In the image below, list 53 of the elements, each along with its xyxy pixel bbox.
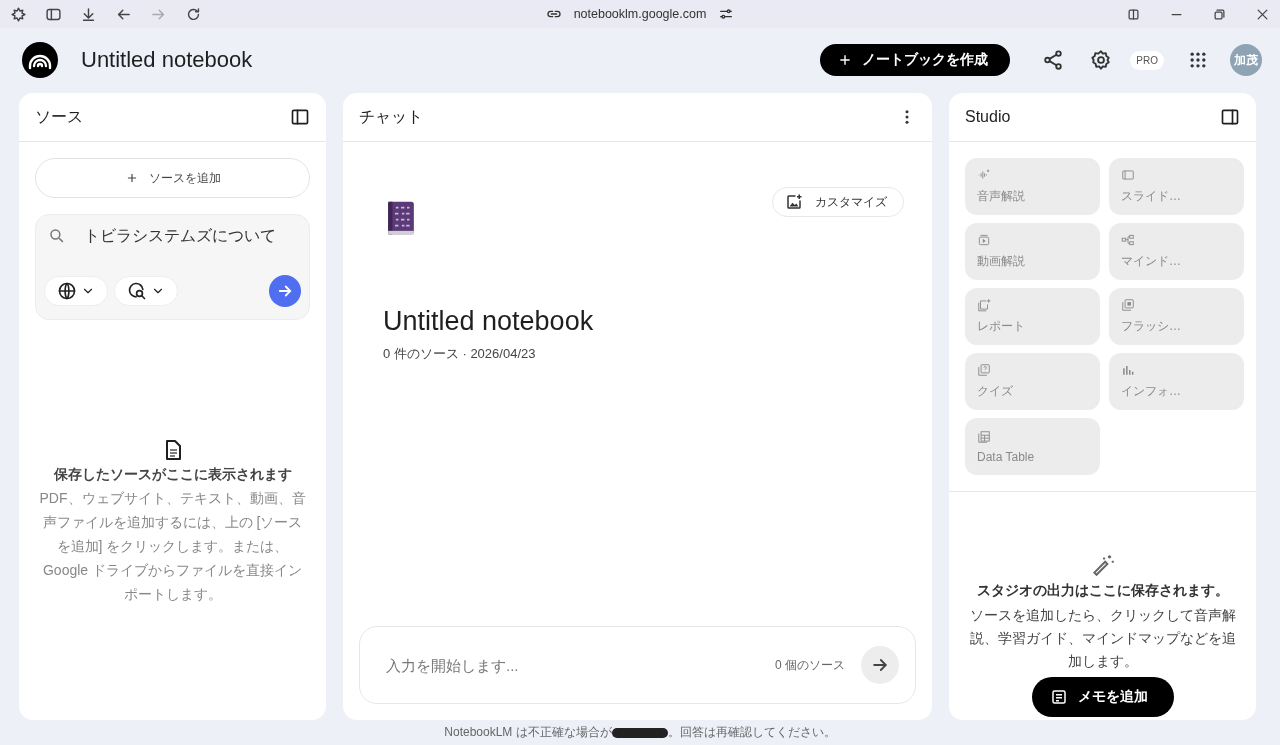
redaction-mark (611, 727, 668, 738)
empty-state-title: 保存したソースがここに表示されます (53, 466, 292, 484)
panel-title: チャット (359, 106, 423, 127)
disclaimer-text: 。回答は再確認してください。 (667, 724, 836, 741)
settings-icon[interactable] (1090, 49, 1113, 71)
panel-title: ソース (35, 106, 83, 127)
search-field[interactable]: トビラシステムズについて (83, 227, 301, 245)
plus-icon (838, 53, 853, 67)
notebook-title[interactable]: Untitled notebook (81, 47, 821, 73)
web-source-dropdown[interactable] (44, 276, 108, 306)
apps-grid-icon[interactable] (1188, 50, 1208, 70)
video-icon (977, 233, 991, 247)
avatar[interactable]: 加茂 (1230, 44, 1262, 76)
add-note-button[interactable]: メモを追加 (1031, 677, 1174, 717)
send-button[interactable] (861, 646, 899, 684)
notebook-heading: Untitled notebook (383, 306, 595, 337)
waveform-icon (977, 168, 991, 182)
download-icon[interactable] (80, 5, 97, 23)
customize-button[interactable]: カスタマイズ (772, 187, 904, 217)
chat-input-field[interactable]: 入力を開始します... (384, 655, 775, 675)
empty-state-text: ソースを追加したら、クリックして音声解説、学習ガイド、マインドマップなどを追加します。 (968, 606, 1237, 671)
globe-icon (57, 281, 77, 301)
note-icon (1049, 688, 1068, 706)
create-notebook-button[interactable]: ノートブックを作成 (820, 44, 1011, 76)
research-mode-dropdown[interactable] (114, 276, 178, 306)
globe-search-icon (127, 281, 147, 301)
sliders-icon[interactable] (718, 6, 735, 22)
empty-state-title: スタジオの出力はここに保存されます。 (976, 582, 1229, 600)
split-view-icon[interactable] (1126, 6, 1141, 22)
search-icon (48, 227, 66, 245)
submit-button[interactable] (269, 275, 301, 307)
logo-icon[interactable] (22, 42, 58, 78)
table-icon (977, 429, 991, 444)
bar-chart-icon (1121, 363, 1135, 377)
add-source-button[interactable]: ソースを追加 (35, 158, 310, 198)
slides-icon (1121, 168, 1135, 182)
restore-icon[interactable] (1212, 6, 1227, 22)
panel-title: Studio (965, 108, 1011, 126)
notebook-meta: 0 件のソース · 2026/04/23 (383, 345, 537, 363)
disclaimer-text: NotebookLM は不正確な場合が (444, 724, 612, 741)
reload-icon[interactable] (185, 5, 202, 23)
share-icon[interactable] (1042, 49, 1065, 71)
quiz-icon (977, 363, 991, 377)
panel-toggle-icon[interactable] (1220, 107, 1240, 127)
url-text[interactable]: notebooklm.google.com (573, 7, 707, 21)
image-add-icon (785, 193, 803, 211)
panel-toggle-icon[interactable] (290, 107, 310, 127)
report-icon (977, 298, 991, 312)
source-count: 0 個のソース (775, 656, 845, 674)
cards-icon (1121, 298, 1135, 312)
empty-state-text: PDF、ウェブサイト、テキスト、動画、音声ファイルを追加するには、上の [ソースを追加] をクリックします。または、Google ドライブからファイルを直接インポートします。 (38, 489, 307, 604)
mind-map-icon (1121, 233, 1135, 247)
pro-badge: PRO (1130, 50, 1164, 70)
